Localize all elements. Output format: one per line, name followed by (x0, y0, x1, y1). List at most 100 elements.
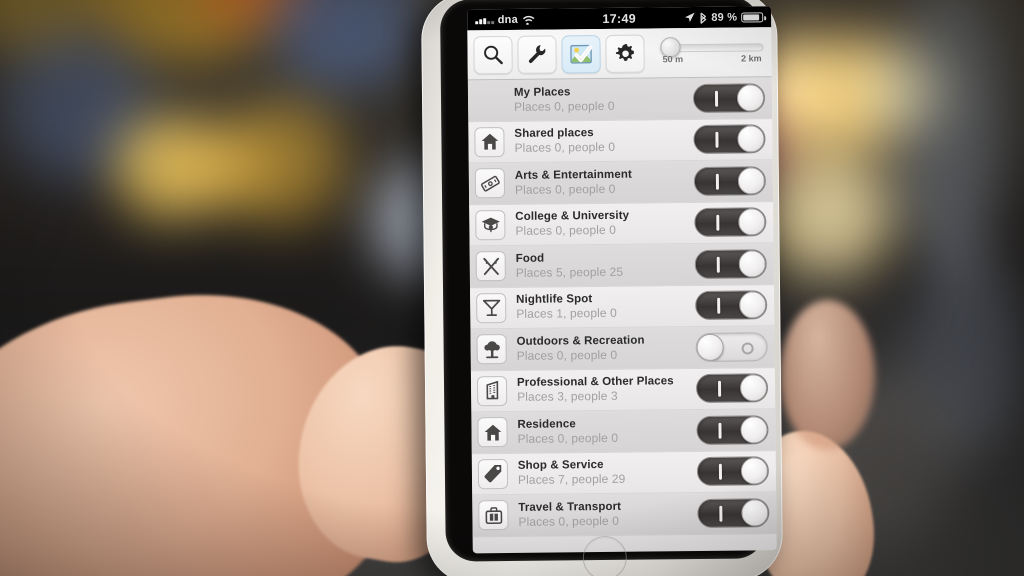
category-toggle[interactable] (694, 249, 767, 279)
row-subtitle: Places 1, people 0 (516, 306, 617, 322)
row-subtitle: Places 3, people 3 (517, 389, 618, 405)
top-toolbar: 50 m 2 km (467, 27, 772, 81)
toggle-on-mark (715, 132, 719, 149)
row-subtitle: Places 0, people 0 (514, 181, 616, 197)
location-arrow-icon (684, 12, 695, 23)
toggle-knob[interactable] (740, 457, 769, 485)
search-icon (484, 45, 503, 65)
search-button[interactable] (473, 35, 513, 74)
toggle-knob[interactable] (739, 374, 768, 402)
toggle-knob[interactable] (696, 333, 724, 361)
row-subtitle: Places 0, people 0 (518, 513, 620, 529)
settings-button[interactable] (605, 34, 645, 73)
screenshot-scene: dna 17:49 89 % 50 m 2 km My Places Place… (0, 0, 1024, 576)
category-toggle[interactable] (692, 83, 766, 113)
toggle-off-mark (741, 342, 754, 355)
category-toggle[interactable] (694, 207, 767, 238)
cocktail-icon (476, 292, 507, 324)
house-icon (477, 417, 508, 448)
toggle-on-mark (717, 381, 722, 398)
row-subtitle: Places 0, people 0 (514, 98, 615, 114)
category-toggle[interactable] (693, 166, 767, 196)
category-row[interactable]: Shop & Service Places 7, people 29 (471, 450, 777, 496)
category-toggle[interactable] (696, 456, 770, 487)
toggle-on-mark (715, 173, 719, 190)
row-text: College & University Places 0, people 0 (513, 208, 694, 239)
category-toggle[interactable] (697, 498, 770, 528)
category-toggle[interactable] (695, 290, 768, 321)
category-row[interactable]: Outdoors & Recreation Places 0, people 0 (470, 326, 775, 371)
tree-icon (476, 334, 507, 365)
toggle-on-mark (716, 256, 720, 273)
toggle-knob[interactable] (740, 416, 768, 444)
category-row[interactable]: Residence Places 0, people 0 (471, 409, 776, 454)
row-title: Professional & Other Places (516, 375, 674, 390)
row-text: Food Places 5, people 25 (514, 250, 695, 281)
row-subtitle: Places 0, people 0 (516, 347, 618, 363)
category-row[interactable]: Nightlife Spot Places 1, people 0 (470, 284, 775, 330)
row-icon-placeholder (474, 85, 504, 115)
toggle-knob[interactable] (741, 499, 769, 527)
row-text: Shop & Service Places 7, people 29 (516, 457, 697, 488)
toggle-knob[interactable] (738, 208, 766, 236)
category-row[interactable]: Food Places 5, people 25 (469, 243, 774, 288)
suitcase-icon (478, 500, 509, 531)
category-toggle[interactable] (696, 415, 769, 445)
row-text: Arts & Entertainment Places 0, people 0 (513, 167, 694, 198)
toggle-on-mark (718, 464, 723, 481)
home-icon (474, 126, 505, 158)
battery-percent-label: 89 % (711, 11, 738, 24)
category-list[interactable]: My Places Places 0, people 0 Shared places… (467, 77, 777, 553)
category-toggle[interactable] (695, 373, 769, 404)
row-text: Travel & Transport Places 0, people 0 (516, 499, 697, 530)
category-row[interactable]: My Places Places 0, people 0 (467, 77, 773, 122)
slider-min-label: 50 m (662, 53, 684, 64)
toggle-on-mark (717, 298, 721, 315)
fork-knife-icon (475, 251, 506, 282)
toggle-knob[interactable] (737, 167, 766, 195)
row-subtitle: Places 0, people 0 (517, 430, 619, 446)
phone-bezel: dna 17:49 89 % 50 m 2 km My Places Place… (439, 0, 777, 562)
graduation-cap-icon (475, 209, 506, 241)
toggle-knob[interactable] (737, 125, 765, 153)
office-building-icon (476, 375, 508, 407)
category-toggle[interactable] (693, 124, 766, 155)
toggle-knob[interactable] (736, 84, 765, 112)
phone-screen: dna 17:49 89 % 50 m 2 km My Places Place… (467, 6, 777, 554)
battery-icon (741, 11, 764, 23)
toggle-on-mark (719, 505, 723, 522)
row-subtitle: Places 7, people 29 (517, 472, 626, 488)
category-row[interactable]: College & University Places 0, people 0 (469, 201, 774, 247)
wrench-icon (529, 45, 546, 63)
toggle-knob[interactable] (738, 250, 766, 278)
layers-button[interactable] (561, 34, 601, 73)
slider-max-label: 2 km (741, 52, 762, 64)
toggle-on-mark (718, 422, 722, 439)
row-text: Outdoors & Recreation Places 0, people 0 (514, 333, 695, 364)
signal-bars-icon (475, 16, 494, 24)
category-row[interactable]: Professional & Other Places Places 3, peo… (470, 367, 776, 413)
row-subtitle: Places 0, people 0 (515, 223, 617, 239)
row-subtitle: Places 5, people 25 (515, 264, 624, 280)
photo-checkmark-icon (570, 44, 593, 64)
category-row[interactable]: Travel & Transport Places 0, people 0 (472, 492, 777, 537)
clock-label: 17:49 (602, 11, 637, 26)
gear-icon (615, 43, 634, 61)
wifi-icon (522, 14, 535, 25)
row-text: Professional & Other Places Places 3, peo… (515, 374, 696, 405)
toggle-knob[interactable] (739, 291, 767, 319)
row-text: Residence Places 0, people 0 (515, 416, 696, 447)
category-toggle[interactable] (695, 332, 768, 362)
home-button[interactable] (582, 535, 628, 576)
phone-device: dna 17:49 89 % 50 m 2 km My Places Place… (420, 0, 784, 576)
ticket-icon (474, 168, 506, 199)
category-row[interactable]: Arts & Entertainment Places 0, people 0 (468, 160, 774, 205)
row-text: My Places Places 0, people 0 (512, 84, 693, 115)
tools-button[interactable] (517, 34, 557, 74)
row-text: Nightlife Spot Places 1, people 0 (514, 291, 695, 322)
row-text: Shared places Places 0, people 0 (512, 125, 693, 156)
carrier-label: dna (497, 13, 518, 26)
price-tag-icon (477, 458, 509, 490)
category-row[interactable]: Shared places Places 0, people 0 (468, 118, 773, 164)
radius-slider[interactable]: 50 m 2 km (653, 31, 765, 74)
